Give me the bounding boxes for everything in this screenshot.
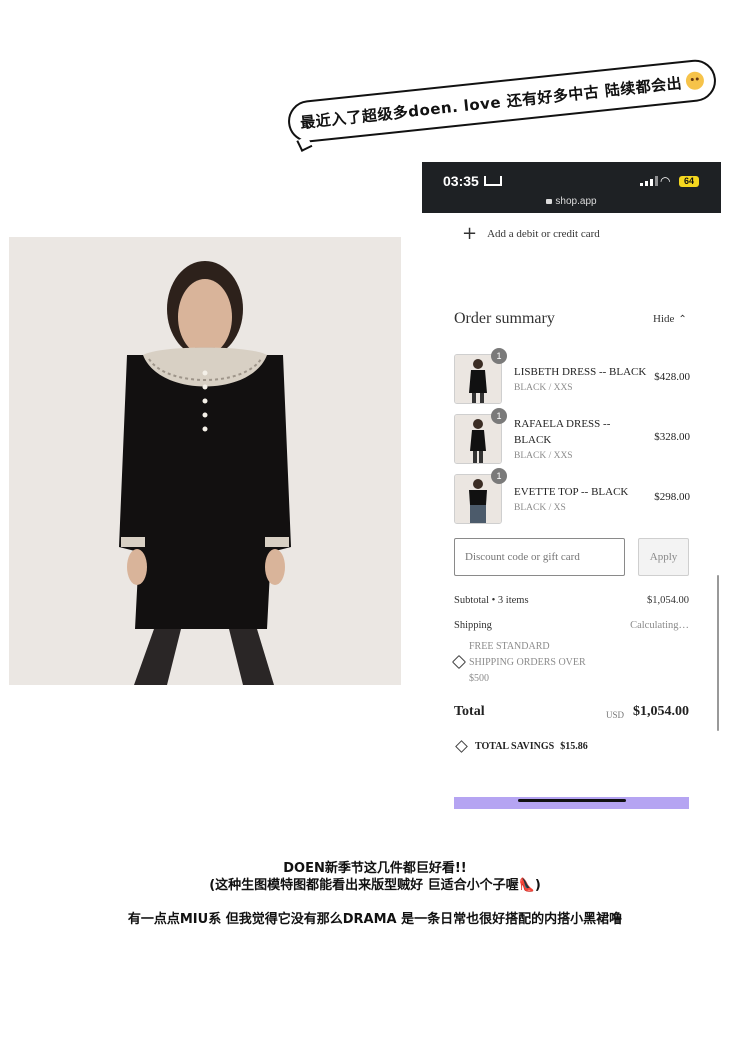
caption-line-3: 有一点点MIU系 但我觉得它没有那么DRAMA 是一条日常也很好搭配的内搭小黑裙… (127, 912, 623, 927)
item-name-text: LISBETH DRESS -- BLACK (514, 366, 647, 378)
item-name: EVETTE TOP -- BLACK BLACK / XS (514, 484, 649, 516)
hide-label: Hide (653, 313, 675, 325)
item-name: LISBETH DRESS -- BLACK BLACK / XXS (514, 364, 649, 396)
item-variant: BLACK / XXS (514, 451, 573, 461)
item-price: $328.00 (654, 431, 690, 443)
shipping-promo-note: FREE STANDARD SHIPPING ORDERS OVER $500 (469, 641, 586, 684)
sleep-bed-icon (484, 176, 502, 186)
quantity-badge: 1 (491, 348, 507, 364)
shipping-label: Shipping (454, 620, 492, 631)
bubble-text: 最近入了超级多doen. love 还有好多中古 陆续都会出 (299, 73, 683, 132)
total-currency: USD (606, 710, 625, 720)
scrollbar[interactable] (717, 575, 719, 731)
subtotal-value: $1,054.00 (647, 595, 689, 606)
order-item: 1 RAFAELA DRESS -- BLACK BLACK / XXS $32… (454, 408, 690, 466)
item-name-text: RAFAELA DRESS -- BLACK (514, 418, 611, 446)
shipping-row: Shipping Calculating… (454, 620, 689, 631)
subtotal-row: Subtotal • 3 items $1,054.00 (454, 595, 689, 606)
wifi-icon: ◠ (660, 174, 671, 188)
status-time: 03:35 (443, 173, 479, 189)
quantity-badge: 1 (491, 468, 507, 484)
total-label: Total (454, 704, 485, 719)
apply-button[interactable]: Apply (638, 538, 689, 576)
add-card-link[interactable]: + Add a debit or credit card (462, 223, 600, 244)
url-text: shop.app (555, 196, 597, 207)
phone-status-bar: 03:35 ◠ 64 shop.app (422, 162, 721, 213)
tag-icon (451, 654, 467, 670)
order-summary-title: Order summary (454, 310, 555, 327)
speech-bubble: 最近入了超级多doen. love 还有好多中古 陆续都会出 (285, 57, 719, 152)
model-illustration (9, 237, 401, 685)
cell-signal-icon (640, 176, 658, 186)
total-savings: TOTAL SAVINGS $15.86 (454, 740, 588, 753)
home-indicator (518, 799, 626, 802)
item-variant: BLACK / XS (514, 503, 566, 513)
discount-code-input[interactable] (454, 538, 625, 576)
order-item: 1 LISBETH DRESS -- BLACK BLACK / XXS $42… (454, 348, 690, 406)
caption-line-2: (这种生图模特图都能看出来版型贼好 巨适合小个子喔👠) (209, 878, 541, 893)
plus-icon: + (462, 223, 478, 244)
add-card-label: Add a debit or credit card (487, 228, 600, 240)
lock-icon (546, 199, 553, 204)
item-price: $428.00 (654, 371, 690, 383)
model-photo (9, 237, 401, 685)
item-name: RAFAELA DRESS -- BLACK BLACK / XXS (514, 416, 649, 464)
smile-emoji-icon (684, 70, 705, 91)
item-variant: BLACK / XXS (514, 383, 573, 393)
hide-toggle[interactable]: Hide ⌃ (653, 313, 687, 325)
pay-button-bar[interactable] (454, 797, 689, 809)
checkout-panel: + Add a debit or credit card Order summa… (422, 213, 721, 813)
order-item: 1 EVETTE TOP -- BLACK BLACK / XS $298.00 (454, 468, 690, 526)
item-name-text: EVETTE TOP -- BLACK (514, 486, 629, 498)
savings-tag-icon (455, 740, 468, 753)
battery-indicator: 64 (679, 176, 699, 187)
total-value: $1,054.00 (633, 704, 689, 719)
address-bar[interactable]: shop.app (422, 196, 721, 207)
quantity-badge: 1 (491, 408, 507, 424)
chevron-up-icon: ⌃ (678, 314, 687, 325)
bubble-tail (296, 135, 313, 152)
subtotal-label: Subtotal • 3 items (454, 595, 529, 606)
shipping-value: Calculating… (630, 620, 689, 631)
savings-value: $15.86 (560, 741, 588, 752)
savings-label: TOTAL SAVINGS (475, 741, 555, 752)
item-price: $298.00 (654, 491, 690, 503)
